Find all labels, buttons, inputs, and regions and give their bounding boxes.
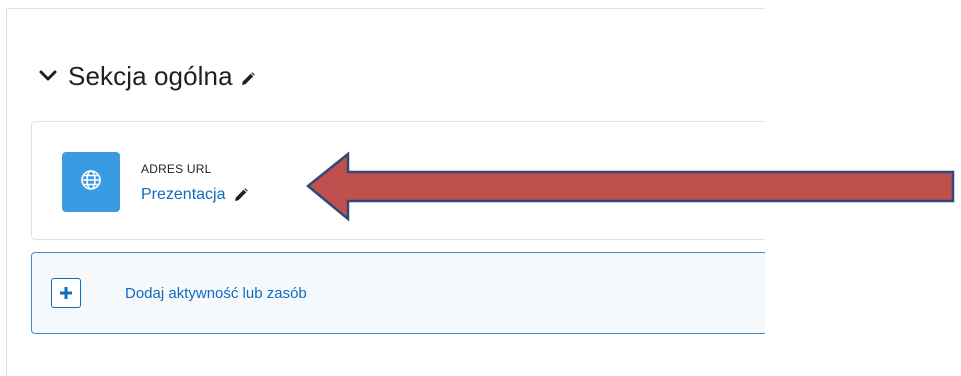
- add-activity-button[interactable]: Dodaj aktywność lub zasób: [31, 252, 791, 334]
- plus-icon: [51, 278, 81, 308]
- pencil-icon[interactable]: [241, 72, 255, 86]
- globe-icon: [80, 169, 102, 196]
- section-header: Sekcja ogólna: [38, 56, 255, 96]
- chevron-down-icon[interactable]: [38, 66, 58, 86]
- course-page: Sekcja ogólna ADRES URL Prezentacja Doda…: [0, 0, 961, 376]
- crop-edge: [765, 0, 961, 376]
- activity-type-label: ADRES URL: [141, 162, 212, 176]
- add-activity-label: Dodaj aktywność lub zasób: [125, 285, 307, 302]
- activity-link[interactable]: Prezentacja: [141, 186, 226, 204]
- section-title: Sekcja ogólna: [68, 60, 233, 91]
- activity-name-row: Prezentacja: [141, 186, 248, 204]
- pencil-icon[interactable]: [234, 188, 248, 202]
- activity-card: ADRES URL Prezentacja: [31, 121, 791, 240]
- activity-icon-box[interactable]: [62, 152, 120, 212]
